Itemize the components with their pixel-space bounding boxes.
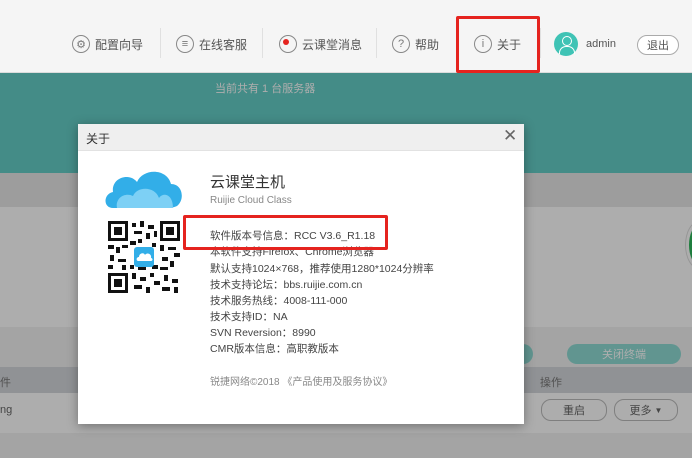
info-hotline: 技术服务热线：4008-111-000: [210, 295, 348, 307]
info-forum: 技术支持论坛：bbs.ruijie.com.cn: [210, 279, 363, 291]
avatar: [554, 32, 578, 56]
nav-help-label: 帮助: [415, 37, 440, 52]
help-icon: ?: [392, 35, 410, 53]
copyright-link[interactable]: 锐捷网络©2018 《产品使用及服务协议》: [210, 373, 392, 388]
cloud-logo-icon: [105, 171, 182, 208]
nav-help[interactable]: ? 帮助: [392, 30, 439, 58]
info-resolution: 默认支持1024×768，推荐使用1280*1024分辨率: [210, 263, 434, 275]
product-name: 云课堂主机: [210, 174, 286, 191]
info-svn: SVN Reversion：8990: [210, 327, 316, 339]
logout-button[interactable]: 退出: [637, 35, 679, 55]
nav-online-support-label: 在线客服: [199, 37, 248, 52]
message-icon: [279, 35, 297, 53]
nav-online-support[interactable]: ≡ 在线客服: [176, 30, 247, 58]
dialog-title: 关于: [86, 132, 111, 146]
username: admin: [586, 38, 616, 50]
top-toolbar: ⚙ 配置向导 ≡ 在线客服 云课堂消息 ? 帮助 i 关于 admin 退出: [0, 0, 692, 73]
nav-config-wizard-label: 配置向导: [95, 37, 144, 52]
about-dialog: 关于 ✕ 云课堂主机 Ruijie Cloud Class 软件版本号信息：RC…: [78, 124, 524, 424]
list-icon: ≡: [176, 35, 194, 53]
info-support-id: 技术支持ID：NA: [210, 311, 288, 323]
dialog-header: 关于 ✕: [78, 124, 524, 151]
highlight-box-about: [456, 16, 540, 73]
qr-code-image: [108, 221, 180, 293]
nav-messages[interactable]: 云课堂消息: [279, 30, 362, 58]
nav-messages-label: 云课堂消息: [302, 37, 363, 52]
user-menu[interactable]: admin: [554, 30, 616, 58]
product-name-en: Ruijie Cloud Class: [210, 195, 292, 206]
info-cmr: CMR版本信息：高职教版本: [210, 343, 339, 355]
nav-config-wizard[interactable]: ⚙ 配置向导: [72, 30, 143, 58]
highlight-box-version: [183, 215, 388, 250]
gear-icon: ⚙: [72, 35, 90, 53]
close-icon[interactable]: ✕: [503, 127, 517, 145]
